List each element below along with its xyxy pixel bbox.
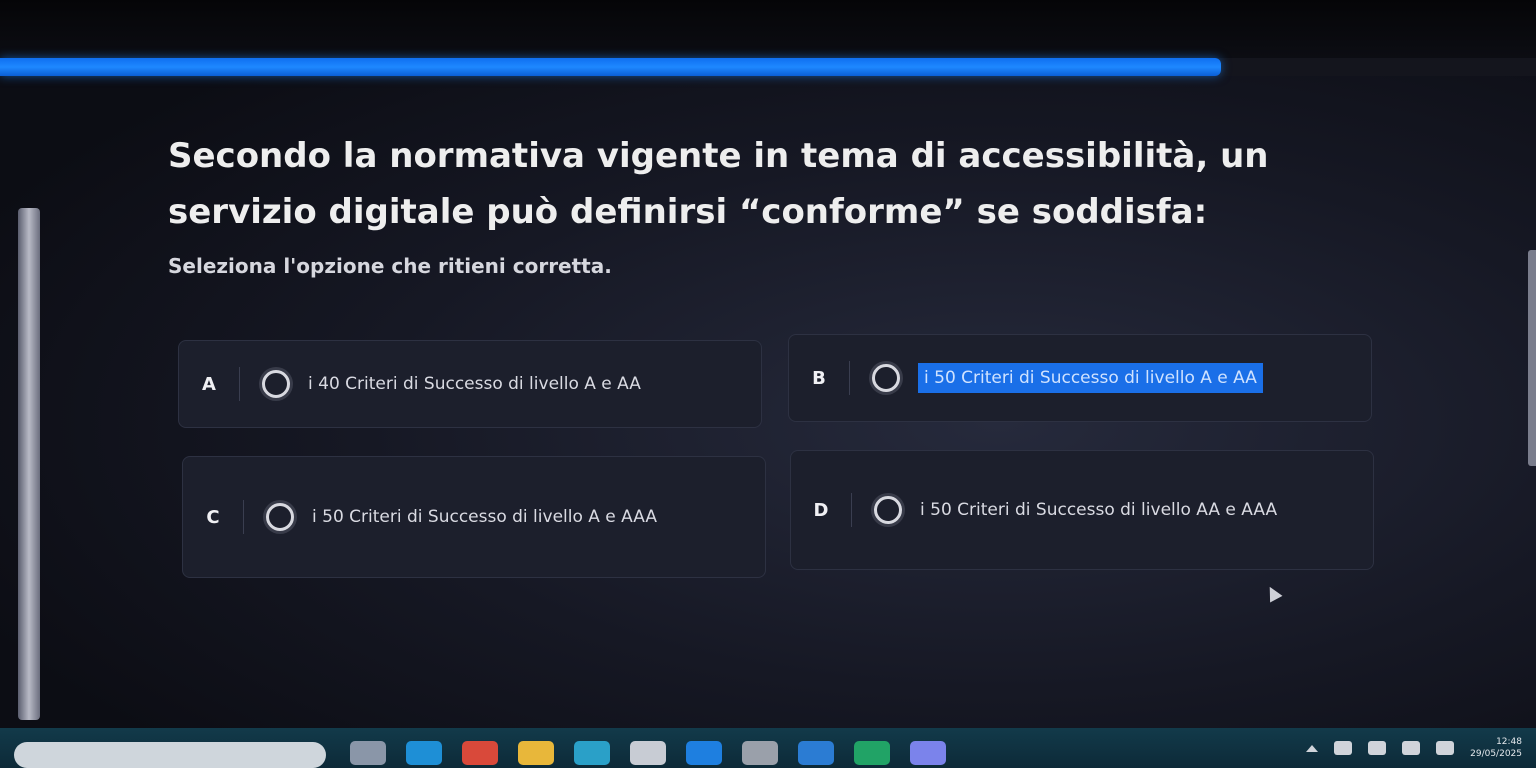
widgets-icon[interactable] (350, 741, 386, 765)
store-icon[interactable] (574, 741, 610, 765)
option-divider (243, 500, 244, 534)
edge-icon[interactable] (406, 741, 442, 765)
system-tray: 12:48 29/05/2025 (1306, 728, 1522, 768)
battery-icon[interactable] (1436, 741, 1455, 755)
screen: Secondo la normativa vigente in tema di … (0, 0, 1536, 768)
question-text: Secondo la normativa vigente in tema di … (168, 136, 1269, 232)
teams-icon[interactable] (910, 741, 946, 765)
answer-option-a[interactable]: A i 40 Criteri di Successo di livello A … (178, 340, 762, 428)
answer-option-d[interactable]: D i 50 Criteri di Successo di livello AA… (790, 450, 1374, 570)
radio-icon[interactable] (262, 370, 290, 398)
chevron-up-icon[interactable] (1306, 744, 1319, 752)
radio-icon[interactable] (872, 364, 900, 392)
option-text-selected: i 50 Criteri di Successo di livello A e … (918, 363, 1263, 393)
option-divider (849, 361, 850, 395)
excel-icon[interactable] (854, 741, 890, 765)
chrome-icon[interactable] (462, 741, 498, 765)
option-divider (851, 493, 852, 527)
word-icon[interactable] (798, 741, 834, 765)
option-text: i 40 Criteri di Successo di livello A e … (308, 374, 641, 394)
option-text: i 50 Criteri di Successo di livello A e … (312, 507, 658, 527)
taskbar-apps (350, 731, 946, 765)
question-instruction: Seleziona l'opzione che ritieni corretta… (168, 254, 612, 278)
answer-option-c[interactable]: C i 50 Criteri di Successo di livello A … (182, 456, 766, 578)
file-explorer-icon[interactable] (518, 741, 554, 765)
clock-date: 29/05/2025 (1470, 749, 1522, 759)
progress-fill (0, 58, 1222, 76)
option-letter: B (812, 367, 826, 389)
wifi-icon[interactable] (1368, 741, 1387, 755)
left-scrollbar[interactable] (18, 208, 40, 720)
taskbar-search-box[interactable] (14, 742, 326, 768)
mouse-cursor-icon (1263, 583, 1283, 603)
right-scrollbar[interactable] (1528, 250, 1536, 466)
answer-option-b[interactable]: B i 50 Criteri di Successo di livello A … (788, 334, 1372, 422)
progress-bar (0, 58, 1536, 76)
radio-icon[interactable] (266, 503, 294, 531)
option-letter: C (206, 506, 220, 528)
radio-icon[interactable] (874, 496, 902, 524)
taskbar-clock[interactable]: 12:48 29/05/2025 (1470, 736, 1522, 760)
option-letter: A (202, 373, 216, 395)
top-band (0, 0, 1536, 58)
onedrive-icon[interactable] (1334, 741, 1353, 755)
volume-icon[interactable] (1402, 741, 1421, 755)
calculator-icon[interactable] (630, 741, 666, 765)
option-text: i 50 Criteri di Successo di livello AA e… (920, 500, 1278, 520)
option-letter: D (813, 499, 829, 521)
clock-time: 12:48 (1496, 737, 1522, 747)
mail-icon[interactable] (686, 741, 722, 765)
taskbar: 12:48 29/05/2025 (0, 728, 1536, 768)
option-divider (239, 367, 240, 401)
camera-icon[interactable] (742, 741, 778, 765)
